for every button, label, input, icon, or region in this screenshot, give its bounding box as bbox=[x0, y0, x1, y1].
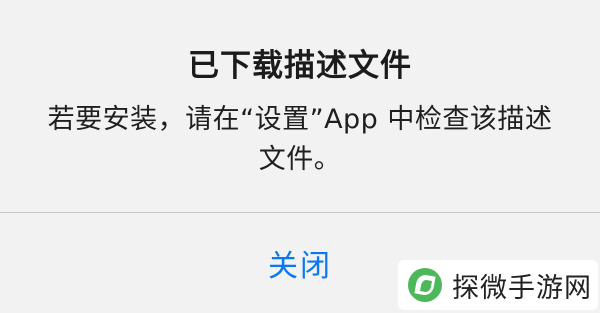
close-button-label: 关闭 bbox=[268, 249, 332, 284]
leaf-logo-icon bbox=[408, 268, 442, 302]
watermark: 探微手游网 bbox=[398, 260, 598, 310]
alert-title: 已下载描述文件 bbox=[188, 48, 412, 84]
watermark-text: 探微手游网 bbox=[452, 272, 592, 304]
alert-message: 若要安装，请在“设置”App 中检查该描述文件。 bbox=[47, 104, 553, 175]
alert-body: 已下载描述文件 若要安装，请在“设置”App 中检查该描述文件。 bbox=[0, 0, 600, 212]
close-button[interactable]: 关闭 bbox=[200, 213, 400, 313]
